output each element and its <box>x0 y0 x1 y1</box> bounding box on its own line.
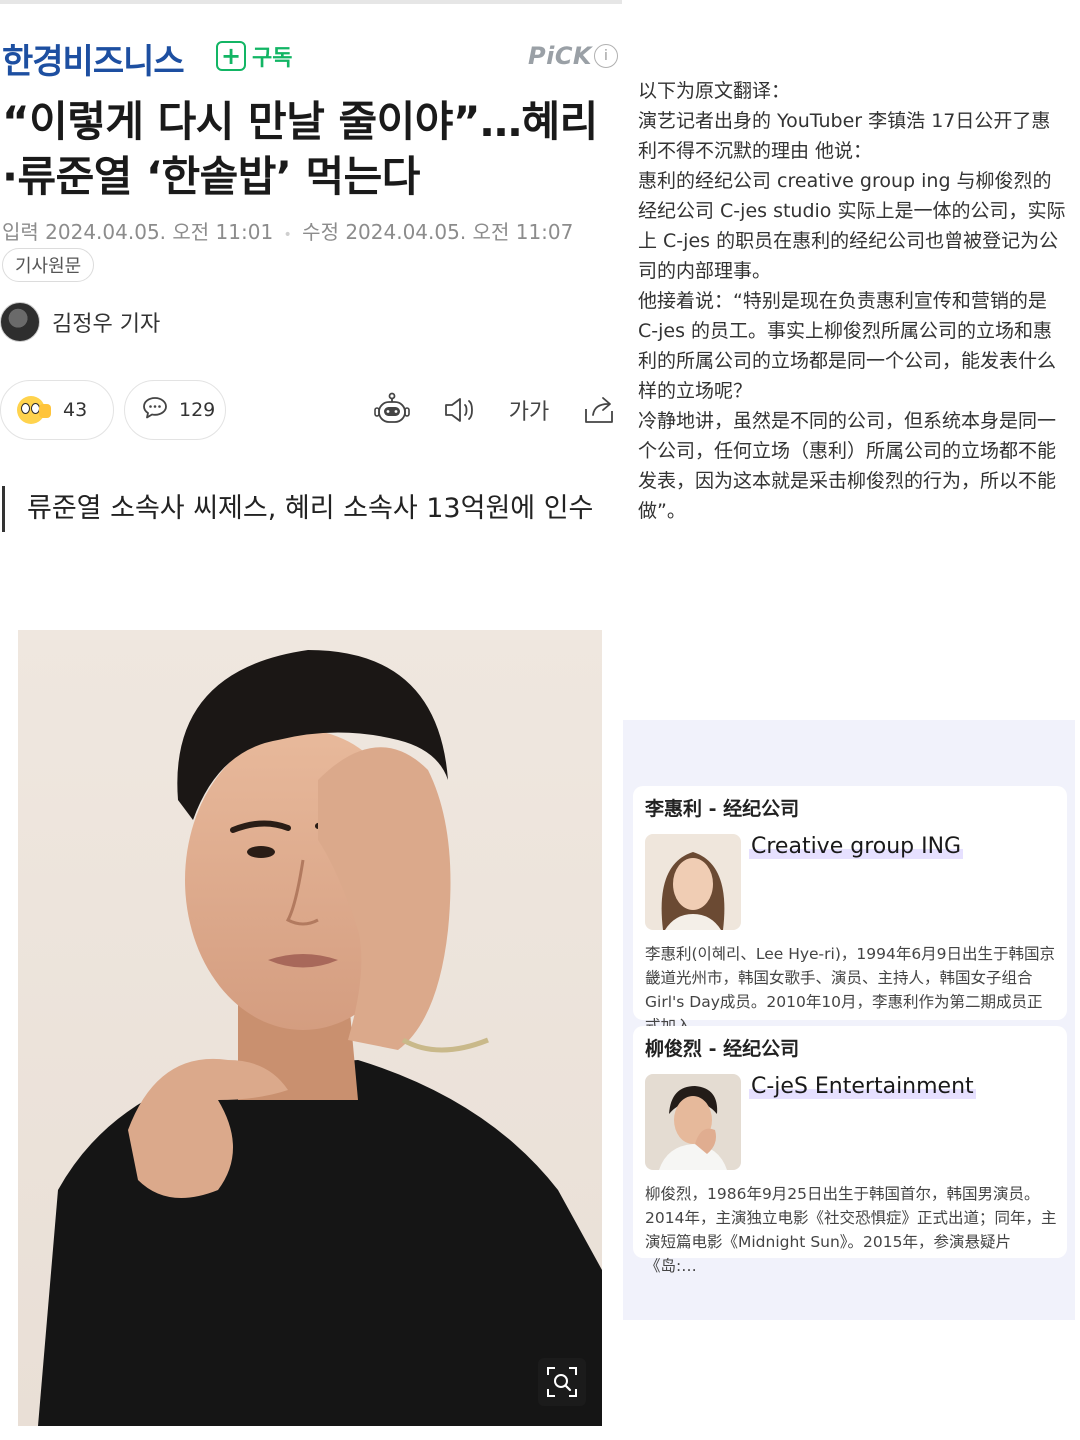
reaction-count: 43 <box>63 399 88 421</box>
translation-paragraph: 以下为原文翻译： <box>638 80 791 102</box>
reporter-name: 김정우 기자 <box>52 312 161 337</box>
agency-description: 柳俊烈，1986年9月25日出生于韩国首尔，韩国男演员。2014年，主演独立电影… <box>645 1185 1057 1275</box>
agency-thumbnail <box>645 834 741 930</box>
comment-button[interactable]: 129 <box>124 380 226 440</box>
listen-button[interactable] <box>440 390 480 430</box>
share-icon <box>585 397 613 423</box>
surprised-emoji-icon <box>17 394 53 426</box>
share-button[interactable] <box>580 390 620 430</box>
translation-text: 以下为原文翻译： 演艺记者出身的 YouTuber 李镇浩 17日公开了惠利不得… <box>638 76 1068 526</box>
original-article-button[interactable]: 기사원문 <box>2 248 95 282</box>
agency-card-hyeri[interactable]: 李惠利 - 经纪公司 Creative group ING 李惠利(이혜리、Le… <box>633 786 1067 1035</box>
speaker-icon <box>445 398 473 422</box>
comment-icon <box>141 395 169 426</box>
article-photo[interactable] <box>18 630 602 1426</box>
meta-separator: • <box>283 227 292 243</box>
info-icon[interactable]: i <box>594 44 618 68</box>
portrait-illustration <box>38 650 602 1426</box>
agency-description: 李惠利(이혜리、Lee Hye-ri)，1994年6月9日出生于韩国京畿道光州市… <box>645 945 1056 1035</box>
article-actions: 43 129 가가 <box>0 380 622 440</box>
agency-label: 柳俊烈 - 经纪公司 <box>645 1038 800 1060</box>
plus-icon: + <box>216 41 246 71</box>
agency-company-name[interactable]: Creative group ING <box>749 834 964 859</box>
article-dates: 입력 2024.04.05. 오전 11:01 • 수정 2024.04.05.… <box>2 216 573 245</box>
avatar <box>0 302 40 342</box>
article-brand-row: 한경비즈니스 + 구독 PiCK i <box>0 34 622 82</box>
press-logo[interactable]: 한경비즈니스 <box>2 34 185 83</box>
zoom-icon <box>547 1367 577 1397</box>
subscribe-button[interactable]: + 구독 <box>216 40 292 72</box>
reaction-button[interactable]: 43 <box>0 380 114 440</box>
agency-label: 李惠利 - 经纪公司 <box>645 798 800 820</box>
published-date: 입력 2024.04.05. 오전 11:01 <box>2 220 274 244</box>
article-subheadline: 류준열 소속사 씨제스, 혜리 소속사 13억원에 인수 <box>2 486 602 532</box>
article-headline: “이렇게 다시 만날 줄이야”…혜리·류준열 ‘한솥밥’ 먹는다 <box>2 97 598 201</box>
top-divider <box>0 0 622 4</box>
zoom-button[interactable] <box>538 1358 586 1406</box>
robot-icon <box>374 392 410 423</box>
translation-paragraph: 演艺记者出身的 YouTuber 李镇浩 17日公开了惠利不得不沉默的理由 他说… <box>638 110 1051 162</box>
modified-date: 수정 2024.04.05. 오전 11:07 <box>302 220 574 244</box>
translation-paragraph: 冷静地讲，虽然是不同的公司，但系统本身是同一个公司，任何立场（惠利）所属公司的立… <box>638 410 1057 522</box>
bottom-spacer <box>0 1432 622 1440</box>
translation-paragraph: 他接着说：“特别是现在负责惠利宣传和营销的是 C-jes 的员工。事实上柳俊烈所… <box>638 290 1057 402</box>
font-size-button[interactable]: 가가 <box>508 390 550 430</box>
subscribe-label: 구독 <box>252 46 293 71</box>
comment-count: 129 <box>179 399 216 421</box>
agency-thumbnail <box>645 1074 741 1170</box>
agency-company-name[interactable]: C-jeS Entertainment <box>749 1074 976 1099</box>
translation-paragraph: 惠利的经纪公司 creative group ing 与柳俊烈的经纪公司 C-j… <box>638 170 1066 282</box>
summary-robot-button[interactable] <box>372 390 412 430</box>
agency-card-ryujunyeol[interactable]: 柳俊烈 - 经纪公司 C-jeS Entertainment 柳俊烈，1986年… <box>633 1026 1067 1275</box>
reporter-info[interactable]: 김정우 기자 <box>0 302 160 342</box>
pick-badge: PiCK <box>528 42 593 70</box>
